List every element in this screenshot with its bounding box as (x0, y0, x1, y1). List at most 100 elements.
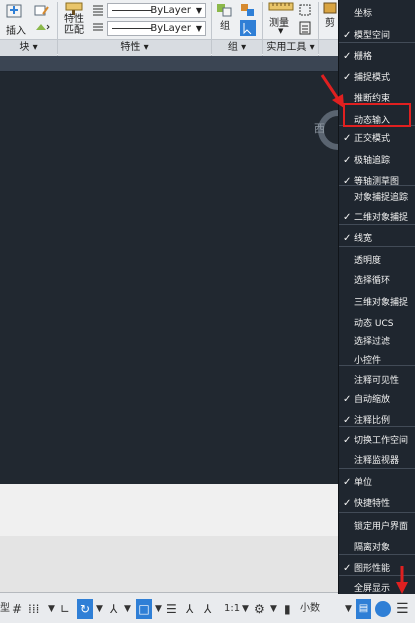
menu-item-label: 全屏显示 (354, 584, 391, 594)
graphics-performance-icon[interactable] (375, 601, 391, 617)
snap-icon[interactable]: ⁞⁞⁞ (28, 599, 39, 619)
menu-item-label: 自动缩放 (354, 395, 391, 405)
chevron-down-icon[interactable]: ▼ (270, 599, 277, 619)
menu-item[interactable]: 隔离对象 (339, 537, 415, 559)
isometric-icon[interactable]: ⅄ (110, 599, 117, 619)
color-value: ByLayer (150, 5, 191, 16)
object-snap-icon[interactable]: □ (136, 599, 152, 619)
units-value[interactable]: 小数 (300, 599, 320, 619)
polar-tracking-icon[interactable]: ↻ (77, 599, 93, 619)
checkmark-icon: ✓ (343, 415, 352, 426)
menu-separator (339, 512, 415, 513)
chevron-down-icon: ▼ (278, 27, 284, 35)
group-button[interactable]: 组 (214, 2, 236, 36)
checkmark-icon: ✓ (343, 212, 352, 223)
viewcube-west-label[interactable]: 西 (314, 120, 325, 136)
status-bar-customization-menu: 坐标 ✓ 模型空间 ✓ 栅格 ✓ 捕捉模式 推断约束 动态输入 ✓ 正交模式 ✓ 极轴追踪 ✓ 等轴测草图对… (338, 0, 415, 594)
measure-button[interactable]: 测量 ▼ (266, 2, 296, 38)
group-label: 组 (220, 21, 230, 32)
insert-label: 插入 (6, 26, 26, 37)
model-space-tail[interactable]: 型 (0, 599, 10, 619)
panel-block[interactable]: 块 ▾ (0, 39, 57, 56)
menu-item[interactable]: ✓ 极轴追踪 (339, 150, 415, 172)
chevron-down-icon[interactable]: ▼ (242, 599, 249, 619)
ruler-icon (268, 2, 294, 11)
menu-separator (339, 365, 415, 366)
command-area[interactable] (0, 484, 340, 536)
panel-properties[interactable]: 特性 ▾ (58, 39, 211, 56)
group-edit-button[interactable] (240, 20, 256, 36)
clipboard-icon (323, 2, 337, 14)
menu-item[interactable]: 锁定用户界面 (339, 516, 415, 538)
menu-item-label: 锁定用户界面 (354, 522, 409, 532)
menu-item[interactable]: 三维对象捕捉 (339, 292, 415, 314)
menu-item[interactable]: ✓ 自动缩放 (339, 389, 415, 411)
checkmark-icon: ✓ (343, 563, 352, 574)
grid-icon[interactable]: # (12, 599, 22, 619)
chevron-down-icon[interactable]: ▼ (345, 599, 352, 619)
chevron-down-icon[interactable]: ▼ (96, 599, 103, 619)
menu-item-label: 透明度 (354, 256, 382, 266)
customization-menu-icon[interactable]: ☰ (396, 599, 409, 619)
auto-scale-icon[interactable]: ⅄ (204, 599, 211, 619)
panel-clipboard[interactable] (319, 39, 340, 56)
calculator-button[interactable] (299, 21, 311, 35)
match-properties-button[interactable]: 特性 匹配 (60, 2, 90, 38)
cursor-select-icon (240, 20, 256, 36)
menu-item[interactable]: 选择循环 (339, 270, 415, 292)
insert-button[interactable]: 插入 (2, 2, 28, 37)
annotation-scale[interactable]: 1:1 (224, 599, 240, 619)
menu-item-label: 栅格 (354, 52, 373, 62)
menu-item-label: 坐标 (354, 9, 373, 19)
color-dropdown[interactable]: ByLayer ▼ (107, 3, 206, 18)
checkmark-icon: ✓ (343, 133, 352, 144)
list-icon-button[interactable] (92, 4, 104, 16)
menu-item[interactable]: 小控件 (339, 350, 415, 372)
quick-properties-icon[interactable]: ▤ (356, 599, 371, 619)
menu-separator (339, 246, 415, 247)
menu-item-label: 切换工作空间 (354, 436, 409, 446)
workspace-gear-icon[interactable]: ⚙ (254, 599, 265, 619)
units-icon[interactable]: ▮ (284, 599, 291, 619)
linetype-icon-button[interactable] (92, 21, 104, 33)
menu-item[interactable]: ✓ 二维对象捕捉 (339, 207, 415, 229)
red-arrow-icon (320, 74, 344, 108)
checkmark-icon: ✓ (343, 394, 352, 405)
select-all-icon (299, 4, 311, 16)
chevron-down-icon[interactable]: ▼ (155, 599, 162, 619)
layout-area (0, 536, 340, 592)
menu-item[interactable]: ✓ 模型空间 (339, 25, 415, 47)
checkmark-icon: ✓ (343, 435, 352, 446)
menu-item[interactable]: ✓ 捕捉模式 (339, 67, 415, 89)
menu-item[interactable]: 坐标 (339, 3, 415, 25)
ortho-icon[interactable]: ∟ (60, 599, 70, 619)
checkmark-icon: ✓ (343, 477, 352, 488)
panel-group-label: 组 ▾ (227, 42, 247, 53)
drawing-canvas[interactable] (0, 72, 340, 484)
ungroup-button[interactable] (240, 3, 256, 17)
menu-item[interactable]: 对象捕捉追踪 (339, 187, 415, 209)
panel-group[interactable]: 组 ▾ (212, 39, 262, 56)
linetype-dropdown[interactable]: ByLayer ▼ (107, 21, 206, 36)
quickcalc-button[interactable] (299, 4, 311, 16)
panel-utilities[interactable]: 实用工具 ▾ (263, 39, 318, 56)
panel-properties-label: 特性 ▾ (120, 42, 149, 53)
menu-item[interactable]: ✓ 栅格 (339, 46, 415, 68)
chevron-down-icon[interactable]: ▼ (48, 599, 55, 619)
menu-item[interactable]: ✓ 切换工作空间 (339, 430, 415, 452)
menu-item[interactable]: 透明度 (339, 250, 415, 272)
highlight-box (343, 103, 411, 127)
paste-label: 剪 (325, 18, 335, 29)
menu-item-label: 三维对象捕捉 (354, 298, 409, 308)
annotation-visibility-icon[interactable]: ⅄ (186, 599, 193, 619)
checkmark-icon: ✓ (343, 30, 352, 41)
chevron-down-icon: ▼ (195, 6, 202, 15)
lineweight-icon[interactable]: ☰ (166, 599, 177, 619)
ungroup-icon (241, 4, 254, 16)
menu-item[interactable]: ✓ 单位 (339, 472, 415, 494)
chevron-down-icon[interactable]: ▼ (124, 599, 131, 619)
edit-block-button[interactable] (34, 4, 50, 18)
menu-item[interactable]: ✓ 注释比例 (339, 410, 415, 432)
menu-item[interactable]: ✓ 正交模式 (339, 128, 415, 150)
edit-attributes-button[interactable] (34, 20, 52, 34)
